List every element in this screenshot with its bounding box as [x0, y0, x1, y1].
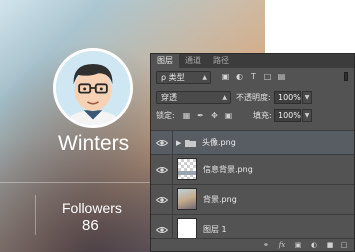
dropdown-arrow-icon: ▲︎ [222, 94, 227, 101]
layer-thumbnail [177, 158, 197, 180]
cartoon-face-avatar-image [56, 51, 130, 125]
visibility-eye-icon[interactable] [156, 226, 168, 234]
blend-mode-label: 穿透 [161, 93, 177, 102]
fill-label: 填充: [253, 111, 272, 120]
layers-panel: 图层 通道 路径 ρ 类型 ▲︎ ▣ ◐ T □ ▤ 穿透 ▲︎ 不透明度: 1… [150, 53, 355, 252]
thumbnail-stripe [178, 171, 196, 175]
group-expand-arrow-icon[interactable]: ▶︎ [176, 138, 181, 148]
blend-mode-dropdown[interactable]: 穿透 ▲︎ [156, 91, 231, 104]
adjustment-layer-icon[interactable]: ◐ [309, 241, 319, 250]
tab-channels[interactable]: 通道 [179, 54, 207, 68]
pixel-filter-icon[interactable]: ▣ [221, 72, 230, 81]
lock-position-icon[interactable]: ✥ [209, 110, 220, 121]
lock-image-pixels-icon[interactable]: ✒ [195, 110, 206, 121]
blend-opacity-row: 穿透 ▲︎ 不透明度: 100% ▼︎ [151, 90, 354, 106]
opacity-stepper-icon[interactable]: ▼︎ [302, 91, 312, 104]
layer-thumbnail [177, 218, 197, 240]
layer-row-info-background[interactable]: 信息背景.png [151, 154, 354, 184]
layer-filter-row: ρ 类型 ▲︎ ▣ ◐ T □ ▤ [151, 70, 354, 86]
eye-column-divider [172, 185, 173, 214]
filter-type-dropdown[interactable]: ρ 类型 ▲︎ [156, 71, 211, 84]
fill-stepper-icon[interactable]: ▼︎ [302, 109, 312, 122]
opacity-label: 不透明度: [236, 93, 271, 102]
profile-username: Winters [58, 132, 130, 155]
layer-name: 信息背景.png [203, 164, 253, 174]
shape-filter-icon[interactable]: □ [263, 72, 272, 81]
layer-style-fx-icon[interactable]: fx [277, 241, 287, 250]
lock-transparent-pixels-icon[interactable]: ▦ [181, 110, 192, 121]
layer-row-avatar-group[interactable]: ▶︎ 头像.png [151, 130, 354, 154]
tab-layers[interactable]: 图层 [151, 54, 179, 68]
layer-name: 背景.png [203, 194, 237, 204]
layer-row-background[interactable]: 背景.png [151, 184, 354, 214]
lock-label: 锁定: [156, 111, 175, 120]
adjustment-filter-icon[interactable]: ◐ [235, 72, 244, 81]
lock-fill-row: 锁定: ▦ ✒ ✥ ▣ 填充: 100% ▼︎ [151, 109, 354, 125]
layer-thumbnail [177, 188, 197, 210]
eye-column-divider [172, 155, 173, 184]
visibility-eye-icon[interactable] [156, 196, 168, 204]
smart-object-filter-icon[interactable]: ▤ [277, 72, 286, 81]
layer-name: 图层 1 [203, 224, 227, 234]
eye-column-divider [172, 131, 173, 154]
add-mask-icon[interactable]: ▣ [293, 241, 303, 250]
dropdown-arrow-icon: ▲︎ [202, 74, 207, 81]
visibility-eye-icon[interactable] [156, 166, 168, 174]
layers-bottom-toolbar: ⚭ fx ▣ ◐ ■ □ [151, 238, 354, 251]
filter-toggle-switch[interactable] [344, 72, 348, 81]
avatar[interactable] [53, 48, 133, 128]
opacity-input[interactable]: 100% [274, 91, 301, 104]
type-filter-icon[interactable]: T [249, 72, 258, 81]
layers-list: ▶︎ 头像.png 信息背景.png 背景.png 图层 1 [151, 130, 354, 244]
filter-type-label: ρ 类型 [161, 73, 185, 82]
new-group-icon[interactable]: ■ [325, 241, 335, 250]
stats-separator [35, 195, 36, 235]
fill-input[interactable]: 100% [274, 109, 301, 122]
new-layer-icon[interactable]: □ [339, 241, 349, 250]
followers-count: 86 [82, 217, 99, 234]
lock-all-icon[interactable]: ▣ [223, 110, 234, 121]
panel-tabs: 图层 通道 路径 [151, 54, 354, 68]
link-layers-icon[interactable]: ⚭ [261, 241, 271, 250]
layer-name: 头像.png [202, 137, 236, 147]
tab-paths[interactable]: 路径 [207, 54, 235, 68]
folder-icon [185, 139, 196, 147]
followers-label: Followers [62, 200, 122, 216]
visibility-eye-icon[interactable] [156, 139, 168, 147]
